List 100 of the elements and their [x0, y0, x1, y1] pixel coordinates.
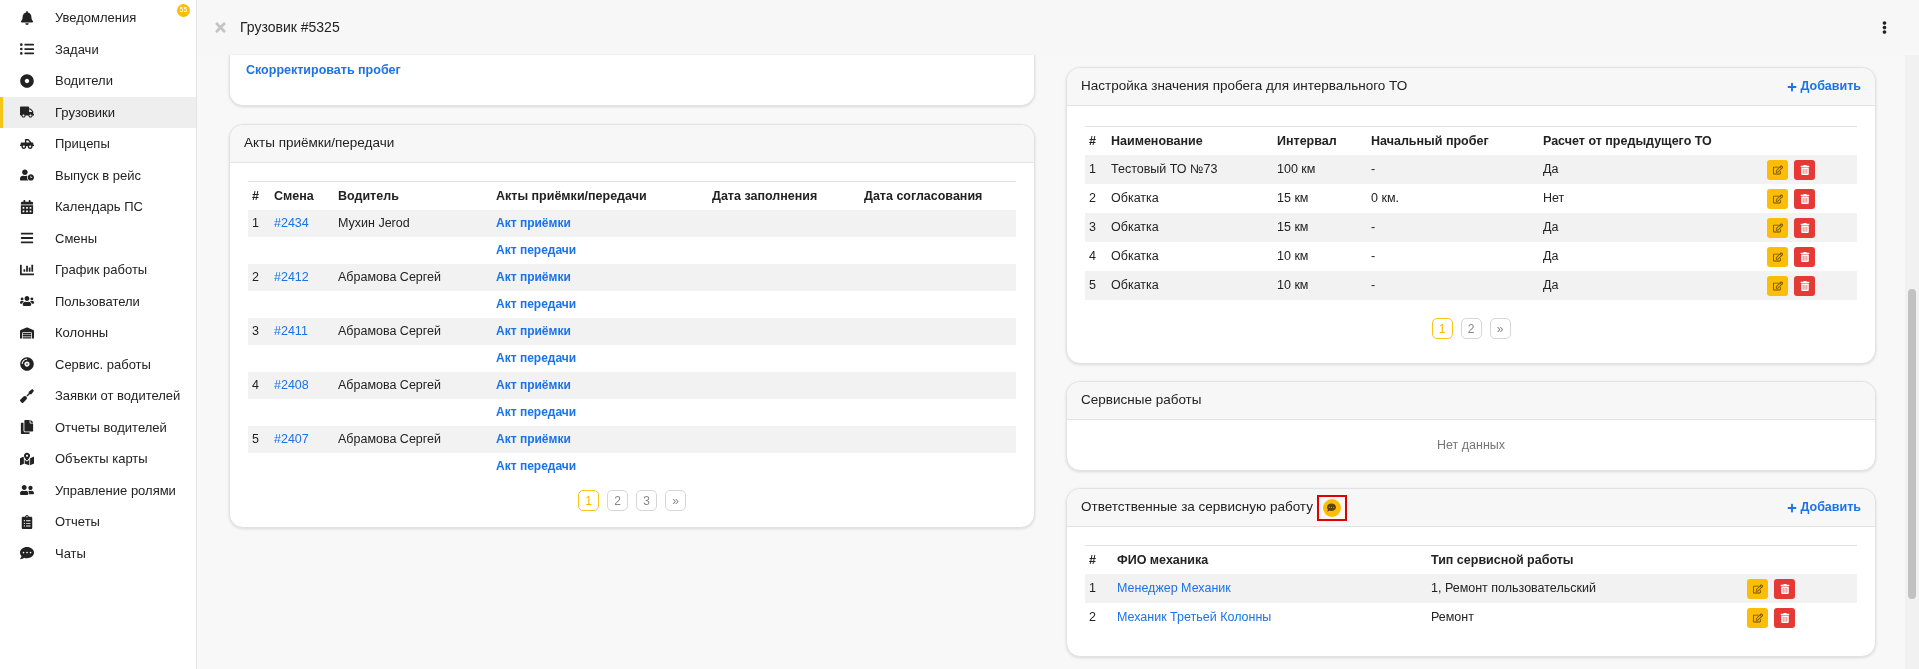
- sidebar-item[interactable]: Смены: [0, 222, 196, 254]
- sidebar-item[interactable]: Управление ролями: [0, 474, 196, 506]
- delete-button[interactable]: [1774, 578, 1795, 599]
- sidebar-item[interactable]: Чаты: [0, 537, 196, 569]
- table-cell-text: 5: [1088, 277, 1097, 295]
- table-cell-text: 15 км: [1276, 190, 1310, 208]
- sidebar-item[interactable]: Календарь ПС: [0, 191, 196, 223]
- act-link[interactable]: Акт передачи: [496, 459, 577, 474]
- act-link[interactable]: Акт приёмки: [496, 324, 571, 339]
- sidebar-item[interactable]: Задачи: [0, 33, 196, 65]
- table-cell-text: 4: [1088, 248, 1097, 266]
- act-link[interactable]: Акт приёмки: [496, 270, 571, 285]
- page-button[interactable]: 3: [636, 490, 657, 511]
- delete-button[interactable]: [1794, 159, 1815, 180]
- edit-button[interactable]: [1747, 578, 1768, 599]
- chart-icon: [20, 262, 34, 277]
- sidebar-item[interactable]: Колонны: [0, 317, 196, 349]
- table-cell-text: 10 км: [1276, 277, 1310, 295]
- table-cell-text: 100 км: [1276, 161, 1317, 179]
- table-cell-text: 0 км.: [1370, 190, 1400, 208]
- table-cell-text: -: [1370, 248, 1377, 266]
- mechanic-link[interactable]: Менеджер Механик: [1113, 579, 1427, 598]
- edit-button[interactable]: [1767, 159, 1788, 180]
- table-cell-text: -: [1370, 161, 1377, 179]
- table-cell-text: -: [1370, 219, 1377, 237]
- sidebar-item[interactable]: Водители: [0, 65, 196, 97]
- delete-button[interactable]: [1794, 246, 1815, 267]
- act-link[interactable]: Акт приёмки: [496, 432, 571, 447]
- add-link[interactable]: Добавить: [1787, 498, 1861, 517]
- table-cell: Мухин Jerod: [338, 216, 410, 231]
- table-cell-text: Обкатка: [1110, 190, 1160, 208]
- delete-button[interactable]: [1794, 188, 1815, 209]
- edit-button[interactable]: [1767, 246, 1788, 267]
- delete-button[interactable]: [1774, 607, 1795, 628]
- sidebar-item[interactable]: Сервис. работы: [0, 348, 196, 380]
- act-link[interactable]: Акт приёмки: [496, 378, 571, 393]
- shift-link[interactable]: #2408: [274, 378, 309, 393]
- screwdriver-icon: [20, 388, 34, 403]
- delete-button[interactable]: [1794, 275, 1815, 296]
- table-cell-text: Обкатка: [1110, 219, 1160, 237]
- sidebar-item[interactable]: Грузовики: [0, 96, 196, 128]
- mechanic-link[interactable]: Механик Третьей Колонны: [1113, 608, 1427, 627]
- delete-button[interactable]: [1794, 217, 1815, 238]
- garage-icon: [20, 325, 34, 340]
- edit-icon: [1772, 164, 1783, 175]
- sidebar-item[interactable]: Объекты карты: [0, 443, 196, 475]
- trash-icon: [1799, 164, 1810, 175]
- page-button[interactable]: »: [665, 490, 686, 511]
- sidebar-item[interactable]: График работы: [0, 254, 196, 286]
- shift-link[interactable]: #2434: [274, 216, 309, 231]
- table-cell-text: Да: [1542, 248, 1560, 266]
- act-link[interactable]: Акт приёмки: [496, 216, 571, 231]
- act-link[interactable]: Акт передачи: [496, 351, 577, 366]
- add-link[interactable]: Добавить: [1787, 77, 1861, 96]
- edit-icon: [1752, 583, 1763, 594]
- column-header: Дата согласования: [863, 187, 984, 205]
- sidebar-item[interactable]: Отчеты: [0, 506, 196, 538]
- act-link[interactable]: Акт передачи: [496, 405, 577, 420]
- column-header: Тип сервисной работы: [1430, 551, 1575, 569]
- column-header: Расчет от предыдущего ТО: [1542, 132, 1713, 150]
- sidebar-item[interactable]: Прицепы: [0, 128, 196, 160]
- table-cell-text: Нет: [1542, 190, 1566, 208]
- shift-link[interactable]: #2407: [274, 432, 309, 447]
- page-button[interactable]: »: [1489, 318, 1511, 339]
- bell-icon: [20, 10, 34, 25]
- edit-button[interactable]: [1747, 607, 1768, 628]
- column-header: Начальный пробег: [1370, 132, 1490, 150]
- column-header: Дата заполнения: [711, 187, 819, 205]
- page-button[interactable]: 2: [1460, 318, 1482, 339]
- page-button[interactable]: 2: [607, 490, 628, 511]
- edit-button[interactable]: [1767, 217, 1788, 238]
- scrollbar-thumb[interactable]: [1908, 289, 1916, 599]
- edit-button[interactable]: [1767, 188, 1788, 209]
- table-cell-text: Да: [1542, 277, 1560, 295]
- column-header: #: [251, 187, 260, 205]
- user-clock-icon: [20, 168, 34, 183]
- chat-button[interactable]: [1316, 494, 1347, 521]
- sidebar-item[interactable]: Отчеты водителей: [0, 411, 196, 443]
- page-title: Грузовик #5325: [240, 18, 341, 37]
- table-cell: 3: [252, 324, 259, 339]
- table-cell: Абрамова Сергей: [338, 324, 442, 339]
- sidebar-item[interactable]: Пользователи: [0, 285, 196, 317]
- table-cell-text: 15 км: [1276, 219, 1310, 237]
- adjust-mileage-link[interactable]: Скорректировать пробег: [246, 63, 401, 77]
- act-link[interactable]: Акт передачи: [496, 243, 577, 258]
- card-title: Настройка значения пробега для интервального ТО: [1081, 77, 1408, 96]
- shift-link[interactable]: #2411: [274, 324, 308, 339]
- sidebar-item[interactable]: Заявки от водителей: [0, 380, 196, 412]
- users-icon: [20, 483, 34, 498]
- shift-link[interactable]: #2412: [274, 270, 309, 285]
- sidebar-item[interactable]: Выпуск в рейс: [0, 159, 196, 191]
- column-header: #: [1088, 551, 1097, 569]
- calendar-icon: [20, 199, 34, 214]
- trash-icon: [1799, 193, 1810, 204]
- act-link[interactable]: Акт передачи: [496, 297, 577, 312]
- table-cell-text: Ремонт: [1430, 609, 1475, 627]
- map-icon: [20, 451, 34, 466]
- trash-icon: [1779, 612, 1790, 623]
- edit-button[interactable]: [1767, 275, 1788, 296]
- plus-icon: [1787, 502, 1798, 513]
